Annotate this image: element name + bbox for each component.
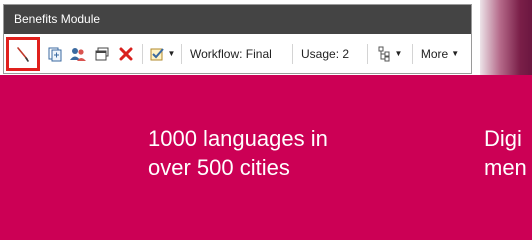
delete-icon (118, 46, 134, 62)
tree-dropdown[interactable]: ▼ (372, 42, 408, 66)
module-panel: Benefits Module ▼ Workflow: Final Usage:… (3, 4, 472, 74)
more-menu-button[interactable]: More ▼ (417, 42, 463, 66)
windows-button[interactable] (90, 42, 114, 66)
hero-text-right: Digi men (484, 124, 527, 182)
usage-count[interactable]: Usage: 2 (297, 42, 363, 66)
duplicate-icon (47, 46, 63, 62)
more-label: More (420, 46, 449, 61)
toolbar-divider (142, 43, 143, 64)
hero-text-left: 1000 languages in over 500 cities (148, 124, 328, 182)
hero-right-line-2: men (484, 155, 527, 180)
panel-title: Benefits Module (4, 5, 471, 34)
edit-button[interactable] (6, 37, 40, 71)
hero-line-2: over 500 cities (148, 155, 290, 180)
assign-users-button[interactable] (66, 42, 90, 66)
tree-icon (378, 46, 392, 62)
toolbar: ▼ Workflow: Final Usage: 2 ▼ More ▼ (4, 34, 471, 73)
delete-button[interactable] (114, 42, 138, 66)
toolbar-divider (367, 43, 368, 64)
pencil-icon (15, 46, 31, 62)
chevron-down-icon: ▼ (394, 49, 403, 58)
hero-right-line-1: Digi (484, 126, 522, 151)
hero-line-1: 1000 languages in (148, 126, 328, 151)
toolbar-divider (292, 43, 293, 64)
users-icon (69, 46, 87, 62)
chevron-down-icon: ▼ (167, 49, 176, 58)
approve-icon (149, 46, 165, 62)
chevron-down-icon: ▼ (451, 49, 460, 58)
windows-icon (94, 46, 110, 62)
approve-dropdown[interactable]: ▼ (147, 42, 177, 66)
toolbar-divider (181, 43, 182, 64)
workflow-status[interactable]: Workflow: Final (186, 42, 288, 66)
toolbar-divider (412, 43, 413, 64)
duplicate-button[interactable] (44, 42, 66, 66)
